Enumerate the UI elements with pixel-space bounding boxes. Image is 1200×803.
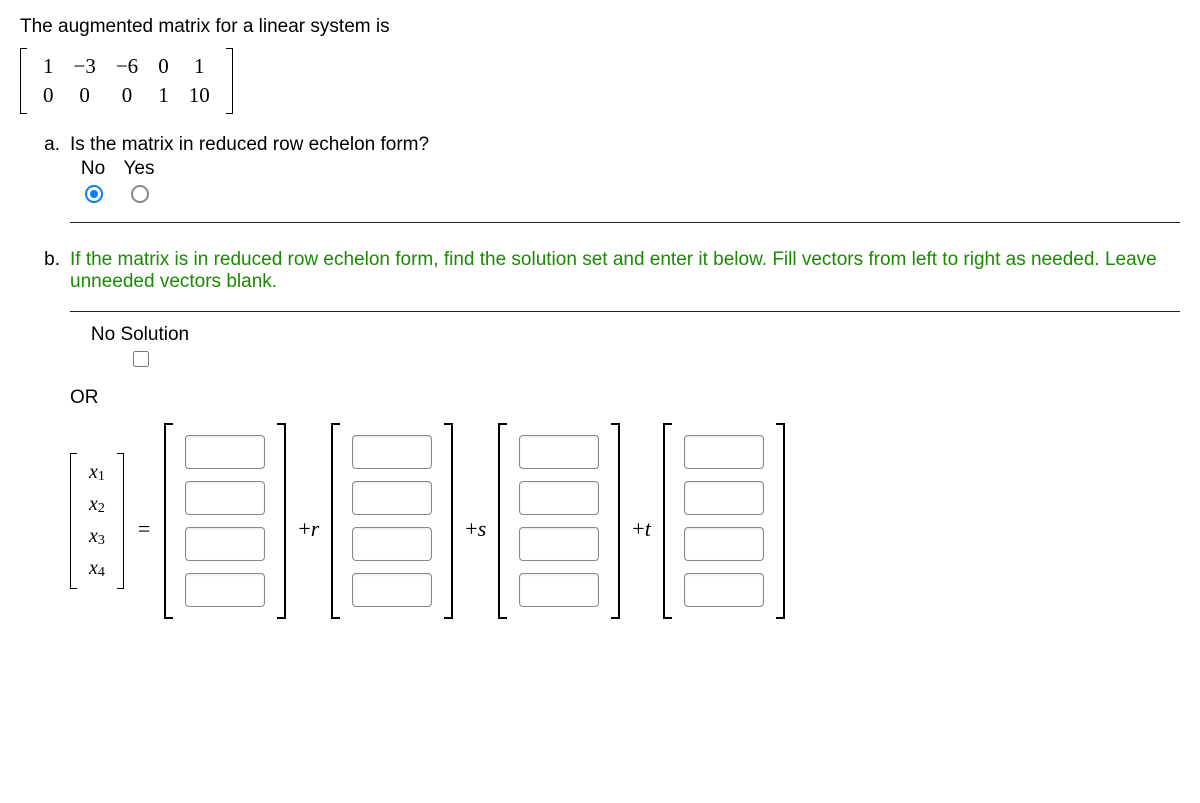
- vec-s-input-3[interactable]: [519, 527, 599, 561]
- matrix-cell: 1: [148, 81, 179, 110]
- vec-s-input-4[interactable]: [519, 573, 599, 607]
- vec-r-input-1[interactable]: [352, 435, 432, 469]
- vec-r-input-3[interactable]: [352, 527, 432, 561]
- part-b-marker: b.: [20, 249, 70, 639]
- vec1-input-4[interactable]: [185, 573, 265, 607]
- vec-t-input-1[interactable]: [684, 435, 764, 469]
- radio-yes[interactable]: [131, 185, 149, 203]
- matrix-cell: 10: [179, 81, 220, 110]
- param-s: +s: [463, 516, 488, 542]
- no-solution-checkbox[interactable]: [133, 351, 149, 367]
- vec1-input-2[interactable]: [185, 481, 265, 515]
- matrix-cell: −3: [64, 52, 106, 81]
- matrix-cell: −6: [106, 52, 148, 81]
- vec-t-input-2[interactable]: [684, 481, 764, 515]
- matrix-cell: 0: [106, 81, 148, 110]
- matrix-cell: 0: [64, 81, 106, 110]
- x-var: x2: [83, 489, 111, 521]
- or-label: OR: [70, 387, 1180, 409]
- vec1-input-1[interactable]: [185, 435, 265, 469]
- param-t: +t: [630, 516, 653, 542]
- vec1-input-3[interactable]: [185, 527, 265, 561]
- problem-intro: The augmented matrix for a linear system…: [20, 16, 1180, 38]
- matrix-cell: 0: [148, 52, 179, 81]
- divider: [70, 311, 1180, 312]
- vec-s-input-2[interactable]: [519, 481, 599, 515]
- vec-r-input-4[interactable]: [352, 573, 432, 607]
- part-a-marker: a.: [20, 134, 70, 235]
- constant-vector: [164, 423, 286, 619]
- s-vector: [498, 423, 620, 619]
- t-vector: [663, 423, 785, 619]
- radio-label-no: No: [70, 158, 116, 180]
- augmented-matrix: 1 −3 −6 0 1 0 0 0 1 10: [20, 48, 233, 114]
- param-r: +r: [296, 516, 321, 542]
- vec-t-input-4[interactable]: [684, 573, 764, 607]
- vec-r-input-2[interactable]: [352, 481, 432, 515]
- radio-label-yes: Yes: [116, 158, 162, 180]
- x-vector: x1 x2 x3 x4: [70, 453, 124, 589]
- matrix-cell: 1: [33, 52, 64, 81]
- matrix-cell: 1: [179, 52, 220, 81]
- part-a-question: Is the matrix in reduced row echelon for…: [70, 134, 1180, 156]
- vec-t-input-3[interactable]: [684, 527, 764, 561]
- matrix-cell: 0: [33, 81, 64, 110]
- equals-sign: =: [134, 516, 154, 542]
- r-vector: [331, 423, 453, 619]
- divider: [70, 222, 1180, 223]
- x-var: x4: [83, 553, 111, 585]
- x-var: x3: [83, 521, 111, 553]
- part-b-prompt: If the matrix is in reduced row echelon …: [70, 249, 1180, 293]
- vec-s-input-1[interactable]: [519, 435, 599, 469]
- no-solution-label: No Solution: [70, 324, 210, 346]
- radio-no[interactable]: [85, 185, 103, 203]
- x-var: x1: [83, 457, 111, 489]
